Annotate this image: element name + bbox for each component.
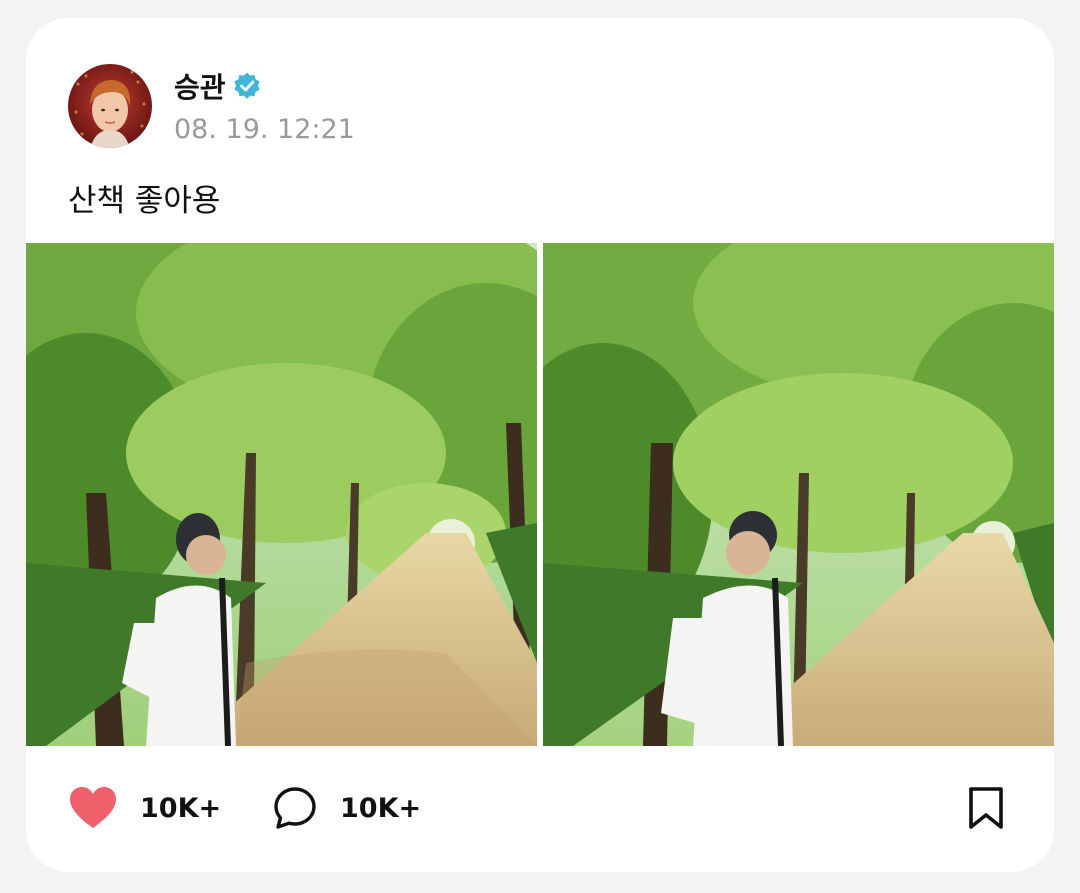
post-card: 승관 08. 19. 12:21 산책 좋아용 10K+ 10K+ [26,18,1054,872]
heart-icon [70,787,116,828]
post-photo[interactable] [26,243,537,746]
comment-button[interactable]: 10K+ [272,784,421,832]
post-text: 산책 좋아용 [68,183,221,219]
bookmark-icon [969,787,1003,829]
verified-badge-icon [233,72,260,99]
like-count: 10K+ [140,792,222,824]
photo-gallery [26,243,1054,746]
action-bar: 10K+ 10K+ [26,746,1054,872]
comment-count: 10K+ [340,792,422,824]
post-timestamp: 08. 19. 12:21 [174,114,355,145]
avatar[interactable] [68,64,152,148]
like-button[interactable]: 10K+ [68,784,221,832]
bookmark-button[interactable] [962,784,1010,832]
author-name[interactable]: 승관 [174,71,226,104]
post-photo[interactable] [543,243,1054,746]
comment-icon [274,787,316,829]
author-line: 승관 [174,66,262,106]
